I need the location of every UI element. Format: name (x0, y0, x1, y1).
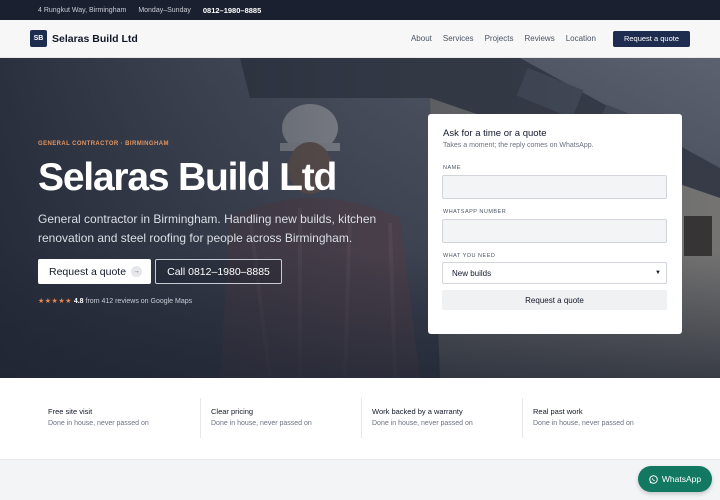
name-label: NAME (443, 165, 461, 171)
feature-item: Real past work Done in house, never pass… (522, 398, 682, 438)
form-title: Ask for a time or a quote (443, 128, 547, 139)
feature-desc: Done in house, never passed on (48, 420, 149, 427)
hero-request-quote-button[interactable]: Request a quote → (38, 259, 151, 284)
rating-summary: ★★★★★ 4.8 from 412 reviews on Google Map… (38, 297, 192, 305)
need-select-value: New builds (452, 268, 492, 278)
phone-link[interactable]: 0812–1980–8885 (203, 6, 261, 15)
rating-text: from 412 reviews on Google Maps (85, 298, 193, 305)
feature-item: Clear pricing Done in house, never passe… (200, 398, 360, 438)
rating-score: 4.8 (73, 298, 84, 305)
form-submit-button[interactable]: Request a quote (442, 290, 667, 310)
quote-form-card: Ask for a time or a quote Takes a moment… (428, 114, 682, 334)
nav-link-location[interactable]: Location (566, 34, 596, 43)
nav-link-reviews[interactable]: Reviews (524, 34, 554, 43)
hero-eyebrow: GENERAL CONTRACTOR · BIRMINGHAM (38, 141, 169, 147)
whatsapp-label: WhatsApp (661, 474, 702, 484)
name-field[interactable] (442, 175, 667, 199)
nav-request-quote-button[interactable]: Request a quote (612, 30, 690, 47)
feature-desc: Done in house, never passed on (211, 420, 312, 427)
form-description: Takes a moment; the reply comes on Whats… (443, 142, 594, 149)
chevron-down-icon: ▼ (655, 270, 661, 276)
nav-link-about[interactable]: About (411, 34, 432, 43)
arrow-right-icon: → (131, 266, 142, 277)
feature-title: Work backed by a warranty (372, 407, 463, 416)
whatsapp-number-field[interactable] (442, 219, 667, 243)
whatsapp-floating-button[interactable]: WhatsApp (638, 466, 712, 492)
nav-link-services[interactable]: Services (443, 34, 474, 43)
nav-links: About Services Projects Reviews Location… (400, 30, 690, 47)
next-section (0, 460, 720, 500)
need-select[interactable]: New builds ▼ (442, 262, 667, 284)
nav-link-projects[interactable]: Projects (485, 34, 514, 43)
hours-text: Monday–Sunday (138, 6, 191, 14)
feature-item: Free site visit Done in house, never pas… (38, 398, 198, 438)
top-info-bar: 4 Rungkut Way, Birmingham Monday–Sunday … (0, 0, 720, 20)
feature-title: Real past work (533, 407, 583, 416)
main-navigation: SB Selaras Build Ltd About Services Proj… (0, 20, 720, 58)
hero-title: Selaras Build Ltd (38, 156, 337, 199)
hero-request-quote-label: Request a quote (49, 265, 127, 278)
address-text: 4 Rungkut Way, Birmingham (38, 6, 127, 14)
hero-subtitle: General contractor in Birmingham. Handli… (38, 212, 377, 245)
brand-name[interactable]: Selaras Build Ltd (52, 33, 138, 45)
whatsapp-number-label: WHATSAPP NUMBER (443, 209, 507, 215)
feature-item: Work backed by a warranty Done in house,… (361, 398, 521, 438)
feature-desc: Done in house, never passed on (533, 420, 634, 427)
feature-title: Free site visit (48, 407, 93, 416)
logo-icon[interactable]: SB (30, 30, 47, 47)
star-rating-icon: ★★★★★ (38, 298, 72, 305)
whatsapp-icon (649, 474, 658, 484)
hero-section: GENERAL CONTRACTOR · BIRMINGHAM Selaras … (0, 58, 720, 378)
features-strip: Free site visit Done in house, never pas… (0, 378, 720, 460)
feature-title: Clear pricing (211, 407, 254, 416)
feature-desc: Done in house, never passed on (372, 420, 473, 427)
hero-call-button[interactable]: Call 0812–1980–8885 (155, 259, 282, 284)
need-label: WHAT YOU NEED (443, 253, 496, 259)
